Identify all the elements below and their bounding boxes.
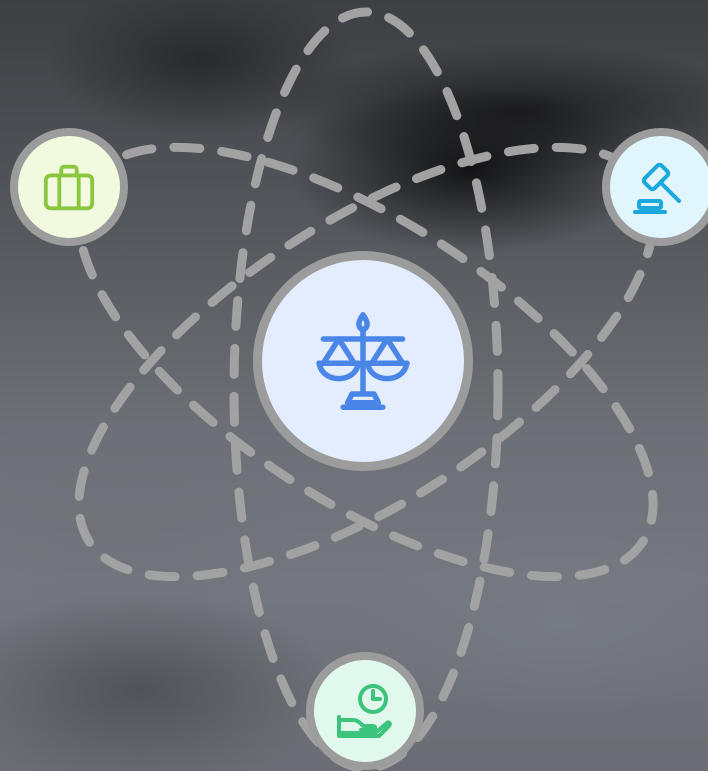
balance-scale-icon xyxy=(308,306,418,416)
hero-illustration xyxy=(0,0,708,771)
center-node xyxy=(253,251,473,471)
right-node xyxy=(602,128,708,246)
left-node xyxy=(10,128,128,246)
briefcase-icon xyxy=(40,158,98,216)
gavel-icon xyxy=(631,157,691,217)
bottom-node xyxy=(306,652,424,770)
hand-clock-icon xyxy=(335,681,395,741)
